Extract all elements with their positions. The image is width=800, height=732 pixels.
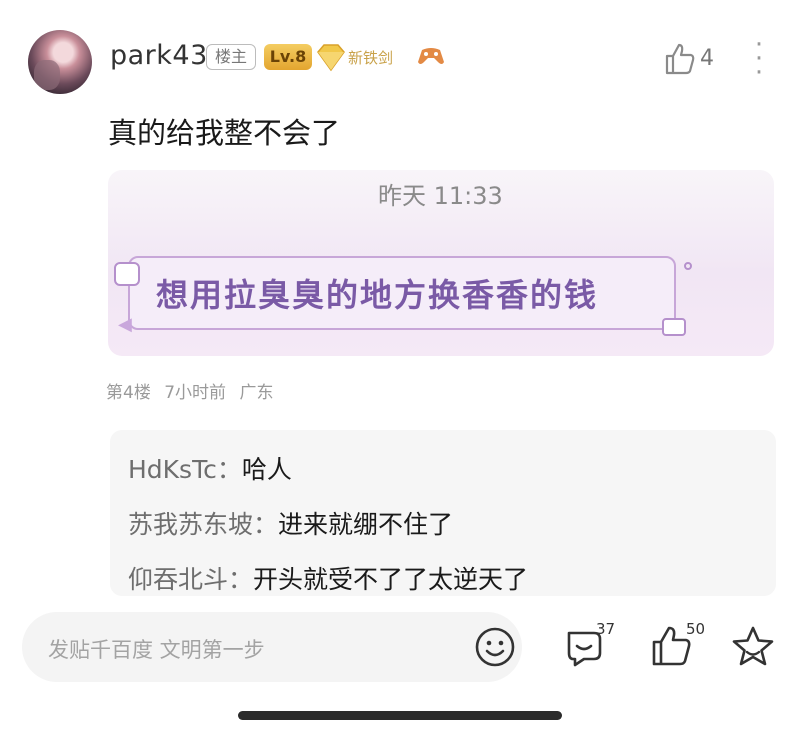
reply-user[interactable]: HdKsTc： [128,455,242,484]
like-count: 50 [686,620,706,638]
home-indicator[interactable] [238,711,562,720]
post-text: 真的给我整不会了 [108,116,341,150]
reply-text: 进来就绷不住了 [278,510,454,539]
chat-bubble-icon [114,262,140,286]
comment-count: 37 [596,620,616,638]
title-badge-label: 新铁剑 [348,49,394,67]
banner-text: 想用拉臭臭的地方换香香的钱 [156,276,599,314]
dot-icon [684,262,692,270]
quote-time: 昨天 11:33 [378,182,503,210]
list-item[interactable]: HdKsTc：哈人 [128,450,292,486]
gamepad-icon [416,44,446,74]
arrow-icon: ◀ [118,314,132,335]
time-ago: 7小时前 [164,383,227,403]
like-count: 4 [700,46,714,71]
floor-number: 第4楼 [106,383,151,403]
reply-text: 开头就受不了了太逆天了 [253,565,529,594]
envelope-icon [662,318,686,336]
list-item[interactable]: 苏我苏东坡：进来就绷不住了 [128,505,453,541]
reply-user[interactable]: 仰吞北斗： [128,565,253,594]
reply-text: 哈人 [241,455,292,484]
comment-input-placeholder[interactable]: 发贴千百度 文明第一步 [48,634,265,664]
location: 广东 [239,383,274,403]
level-badge: Lv.8 [264,44,312,70]
list-item[interactable]: 仰吞北斗：开头就受不了了太逆天了 [128,560,528,596]
smiley-icon[interactable] [474,626,516,668]
reply-user[interactable]: 苏我苏东坡： [128,510,278,539]
post-meta: 第4楼 7小时前 广东 [106,378,273,403]
username[interactable]: park43 [110,40,208,71]
thumbs-up-icon[interactable] [664,42,696,76]
avatar[interactable] [28,30,92,94]
star-icon[interactable] [730,624,776,670]
more-vertical-icon[interactable]: · · · [754,32,764,86]
owner-badge: 楼主 [206,44,256,70]
diamond-icon [317,44,345,72]
